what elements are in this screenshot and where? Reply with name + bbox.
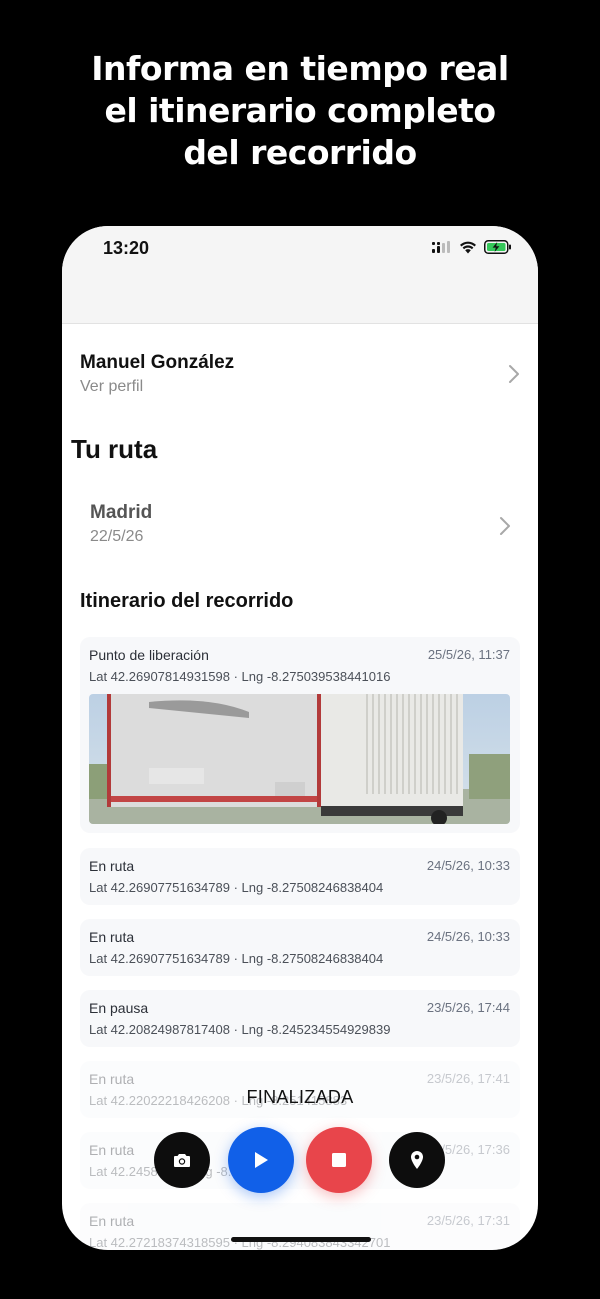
event-type: En ruta bbox=[89, 1213, 135, 1229]
event-type: En ruta bbox=[89, 929, 135, 945]
event-time: 25/5/26, 11:37 bbox=[427, 647, 510, 662]
event-coords: Lat 42.26907814931598 · Lng -8.275039538… bbox=[89, 669, 391, 684]
event-type: En ruta bbox=[89, 858, 135, 874]
profile-row[interactable]: Manuel González Ver perfil bbox=[62, 324, 538, 424]
event-type: En ruta bbox=[89, 1071, 135, 1087]
chevron-right-icon bbox=[509, 365, 519, 383]
wifi-icon bbox=[460, 241, 476, 253]
chevron-right-icon bbox=[500, 517, 510, 535]
event-time: 23/5/26, 17:41 bbox=[426, 1071, 510, 1086]
location-pin-icon bbox=[411, 1151, 423, 1169]
event-type: Punto de liberación bbox=[89, 647, 209, 663]
event-time: 23/5/26, 17:31 bbox=[426, 1213, 510, 1228]
itinerary-title: Itinerario del recorrido bbox=[80, 590, 294, 612]
camera-button[interactable] bbox=[154, 1132, 210, 1188]
stop-icon bbox=[332, 1153, 346, 1167]
camera-icon bbox=[174, 1153, 190, 1167]
home-indicator[interactable] bbox=[231, 1237, 371, 1242]
profile-name: Manuel González bbox=[80, 352, 235, 373]
itinerary-item[interactable]: En ruta 23/5/26, 17:36 Lat 42.2458103 · … bbox=[80, 1132, 520, 1189]
status-bar: 13:20 bbox=[62, 226, 538, 324]
status-icons bbox=[432, 240, 512, 254]
phone-screen: 13:20 Manuel González Ver perfil Tu ruta… bbox=[62, 226, 538, 1250]
status-time: 13:20 bbox=[103, 238, 150, 258]
event-coords: Lat 42.26907751634789 · Lng -8.275082468… bbox=[89, 951, 384, 966]
truck-photo bbox=[89, 694, 510, 824]
event-time: 24/5/26, 10:33 bbox=[426, 929, 510, 944]
event-coords: Lat 42.20824987817408 · Lng -8.245234554… bbox=[89, 1022, 391, 1037]
play-button[interactable] bbox=[228, 1127, 294, 1193]
event-time: 24/5/26, 10:33 bbox=[426, 858, 510, 873]
trip-status-label: FINALIZADA bbox=[246, 1087, 354, 1107]
battery-charging-icon bbox=[484, 240, 511, 254]
promo-headline: Informa en tiempo real el itinerario com… bbox=[0, 48, 600, 174]
profile-link[interactable]: Ver perfil bbox=[80, 378, 143, 396]
itinerary-item[interactable]: En pausa 23/5/26, 17:44 Lat 42.208249878… bbox=[80, 990, 520, 1047]
event-type: En ruta bbox=[89, 1142, 135, 1158]
signal-icon bbox=[432, 241, 450, 253]
event-photo[interactable] bbox=[89, 694, 510, 824]
headline-line-2: el itinerario completo bbox=[104, 91, 496, 130]
route-date: 22/5/26 bbox=[90, 528, 144, 545]
event-type: En pausa bbox=[89, 1000, 149, 1016]
event-time: 23/5/26, 17:44 bbox=[426, 1000, 510, 1015]
headline-line-3: del recorrido bbox=[183, 133, 417, 172]
location-button[interactable] bbox=[389, 1132, 445, 1188]
event-coords: Lat 42.26907751634789 · Lng -8.275082468… bbox=[89, 880, 384, 895]
itinerary-item[interactable]: En ruta 23/5/26, 17:31 Lat 42.2721837431… bbox=[80, 1203, 520, 1250]
route-section-title: Tu ruta bbox=[71, 434, 158, 464]
stop-button[interactable] bbox=[306, 1127, 372, 1193]
headline-line-1: Informa en tiempo real bbox=[91, 49, 509, 88]
play-icon bbox=[255, 1152, 268, 1168]
route-row[interactable]: Madrid 22/5/26 bbox=[62, 494, 538, 564]
itinerary-item[interactable]: Punto de liberación 25/5/26, 11:37 Lat 4… bbox=[80, 637, 520, 833]
itinerary-item[interactable]: En ruta 24/5/26, 10:33 Lat 42.2690775163… bbox=[80, 848, 520, 905]
itinerary-item[interactable]: En ruta 24/5/26, 10:33 Lat 42.2690775163… bbox=[80, 919, 520, 976]
route-city: Madrid bbox=[90, 502, 153, 523]
